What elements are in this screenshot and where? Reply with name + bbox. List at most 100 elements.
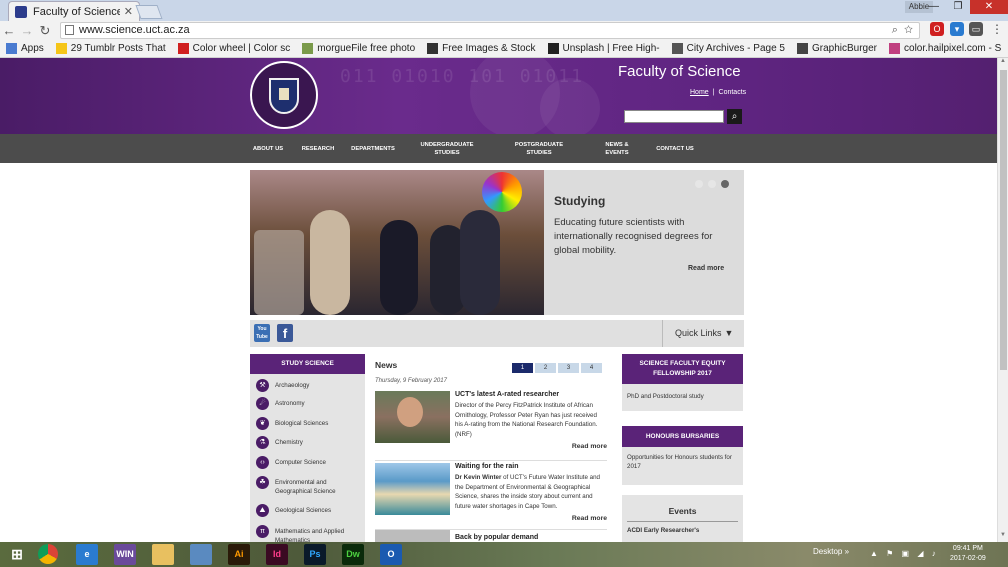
- story-body: Dr Kevin Winter of UCT's Future Water In…: [455, 473, 605, 511]
- system-clock[interactable]: 09:41 PM 2017-02-09: [950, 544, 986, 564]
- subject-item[interactable]: π Mathematics and Applied Mathematics: [250, 525, 365, 542]
- scroll-up-icon[interactable]: ▲: [998, 58, 1008, 68]
- bookmark-item[interactable]: GraphicBurger: [796, 43, 877, 54]
- bookmark-label: Unsplash | Free High-: [562, 43, 660, 54]
- bookmark-item[interactable]: morgueFile free photo: [302, 43, 415, 54]
- story-thumbnail[interactable]: [375, 530, 450, 542]
- bookmark-item[interactable]: Free Images & Stock: [427, 43, 536, 54]
- story-headline[interactable]: Back by popular demand: [455, 534, 538, 541]
- facebook-icon[interactable]: f: [277, 324, 293, 342]
- photo-figure: [380, 220, 418, 315]
- extension-cast-icon[interactable]: ▭: [969, 22, 983, 36]
- address-bar[interactable]: www.science.uct.ac.za ⌕ ☆: [60, 22, 920, 39]
- youtube-icon[interactable]: You Tube: [254, 324, 270, 342]
- story-headline[interactable]: UCT's latest A-rated researcher: [455, 391, 559, 398]
- subject-label: Archaeology: [275, 382, 310, 389]
- story-read-more-link[interactable]: Read more: [572, 443, 607, 450]
- scroll-down-icon[interactable]: ▼: [998, 532, 1008, 542]
- nav-item-postgraduate-studies[interactable]: POSTGRADUATE STUDIES: [508, 134, 570, 163]
- bookmark-item[interactable]: Apps: [6, 43, 44, 54]
- nav-item-departments[interactable]: DEPARTMENTS: [348, 134, 398, 163]
- menu-dots-icon[interactable]: ⋮: [990, 22, 1004, 36]
- page-scrollbar[interactable]: ▲ ▼: [997, 58, 1008, 542]
- system-tray-icons[interactable]: ▲ ⚑ ▣ ◢ ♪: [870, 549, 939, 558]
- news-page-button[interactable]: 1: [512, 363, 533, 373]
- nav-item-about-us[interactable]: ABOUT US: [250, 134, 286, 163]
- equity-fellowship-panel[interactable]: SCIENCE FACULTY EQUITY FELLOWSHIP 2017 P…: [622, 354, 743, 411]
- subject-item[interactable]: ❦ Biological Sciences: [250, 417, 365, 430]
- story-thumbnail[interactable]: [375, 463, 450, 515]
- maximize-button[interactable]: ❐: [946, 0, 970, 14]
- extension-opera-icon[interactable]: O: [930, 22, 944, 36]
- honours-bursaries-panel[interactable]: HONOURS BURSARIES Opportunities for Hono…: [622, 426, 743, 485]
- windows-start-icon[interactable]: ⊞: [6, 544, 28, 565]
- taskbar-winrar-icon[interactable]: WIN: [114, 544, 136, 565]
- nav-item-undergraduate-studies[interactable]: UNDERGRADUATE STUDIES: [414, 134, 480, 163]
- story-body: Director of the Percy FitzPatrick Instit…: [455, 402, 598, 438]
- subject-item[interactable]: ‹› Computer Science: [250, 456, 365, 469]
- news-page-button[interactable]: 2: [535, 363, 556, 373]
- bookmark-item[interactable]: Unsplash | Free High-: [547, 43, 660, 54]
- taskbar-indesign-icon[interactable]: Id: [266, 544, 288, 565]
- nav-item-contact-us[interactable]: CONTACT US: [654, 134, 696, 163]
- equity-fellowship-heading: SCIENCE FACULTY EQUITY FELLOWSHIP 2017: [622, 354, 743, 384]
- events-panel: Events ACDI Early Researcher's: [622, 495, 743, 542]
- subject-item[interactable]: ⚗ Chemistry: [250, 436, 365, 449]
- bookmark-item[interactable]: 29 Tumblr Posts That: [55, 43, 166, 54]
- bookmark-item[interactable]: City Archives - Page 5: [671, 43, 785, 54]
- slider-dot-active[interactable]: [721, 180, 729, 188]
- desktop-toolbar[interactable]: Desktop »: [813, 547, 849, 556]
- taskbar-chrome-icon[interactable]: [38, 544, 58, 564]
- bookmark-label: 29 Tumblr Posts That: [70, 43, 166, 54]
- event-item[interactable]: ACDI Early Researcher's: [622, 522, 743, 539]
- omnibox-actions: ⌕ ☆: [892, 23, 913, 38]
- close-tab-icon[interactable]: ✕: [124, 5, 133, 18]
- equity-fellowship-body: PhD and Postdoctoral study: [622, 384, 743, 411]
- news-page-button[interactable]: 3: [558, 363, 579, 373]
- nav-item-news-events[interactable]: NEWS & EVENTS: [596, 134, 638, 163]
- taskbar-remote-desktop-icon[interactable]: [190, 544, 212, 565]
- bookmark-item[interactable]: Color wheel | Color sc: [177, 43, 290, 54]
- nav-item-research[interactable]: RESEARCH: [298, 134, 338, 163]
- search-button[interactable]: ⌕: [727, 109, 742, 124]
- taskbar-outlook-icon[interactable]: O: [380, 544, 402, 565]
- story-headline[interactable]: Waiting for the rain: [455, 463, 519, 470]
- taskbar-photoshop-icon[interactable]: Ps: [304, 544, 326, 565]
- scrollbar-thumb[interactable]: [1000, 70, 1007, 370]
- subject-item[interactable]: ☘ Environmental and Geographical Science: [250, 476, 365, 496]
- window-controls: — ❐ ✕: [922, 0, 1008, 14]
- taskbar-dreamweaver-icon[interactable]: Dw: [342, 544, 364, 565]
- subject-item[interactable]: ⛰ Geological Sciences: [250, 504, 365, 517]
- story-read-more-link[interactable]: Read more: [572, 515, 607, 522]
- slider-dot[interactable]: [695, 180, 703, 188]
- subject-item[interactable]: ☄ Astronomy: [250, 397, 365, 410]
- slider-dots: [690, 180, 729, 188]
- bookmark-star-icon[interactable]: ☆: [904, 24, 913, 36]
- news-page-button[interactable]: 4: [581, 363, 602, 373]
- geology-icon: ⛰: [256, 504, 269, 517]
- uct-logo[interactable]: [250, 61, 318, 129]
- site-search-input[interactable]: [624, 110, 724, 123]
- home-link[interactable]: Home: [690, 89, 709, 96]
- taskbar-internet-explorer-icon[interactable]: e: [76, 544, 98, 565]
- minimize-button[interactable]: —: [922, 0, 946, 14]
- extension-shield-icon[interactable]: ▾: [950, 22, 964, 36]
- new-tab-button[interactable]: [135, 5, 163, 19]
- slider-dot[interactable]: [708, 180, 716, 188]
- contacts-link[interactable]: Contacts: [719, 89, 747, 96]
- bookmark-label: Free Images & Stock: [442, 43, 536, 54]
- browser-tab[interactable]: Faculty of Science ✕: [8, 1, 140, 21]
- taskbar-file-explorer-icon[interactable]: [152, 544, 174, 565]
- forward-button[interactable]: →: [18, 23, 36, 38]
- close-window-button[interactable]: ✕: [970, 0, 1008, 14]
- story-thumbnail[interactable]: [375, 391, 450, 443]
- subject-item[interactable]: ⚒ Archaeology: [250, 379, 365, 392]
- hero-read-more-link[interactable]: Read more: [688, 265, 724, 272]
- taskbar-illustrator-icon[interactable]: Ai: [228, 544, 250, 565]
- back-button[interactable]: ←: [0, 23, 18, 38]
- quick-links-dropdown[interactable]: Quick Links ▼: [662, 320, 744, 347]
- bookmark-item[interactable]: color.hailpixel.com - S: [889, 43, 1001, 54]
- reload-button[interactable]: ↻: [36, 23, 54, 39]
- zoom-search-icon[interactable]: ⌕: [892, 24, 898, 36]
- news-panel: News 1234 Thursday, 9 February 2017 UCT'…: [375, 357, 607, 542]
